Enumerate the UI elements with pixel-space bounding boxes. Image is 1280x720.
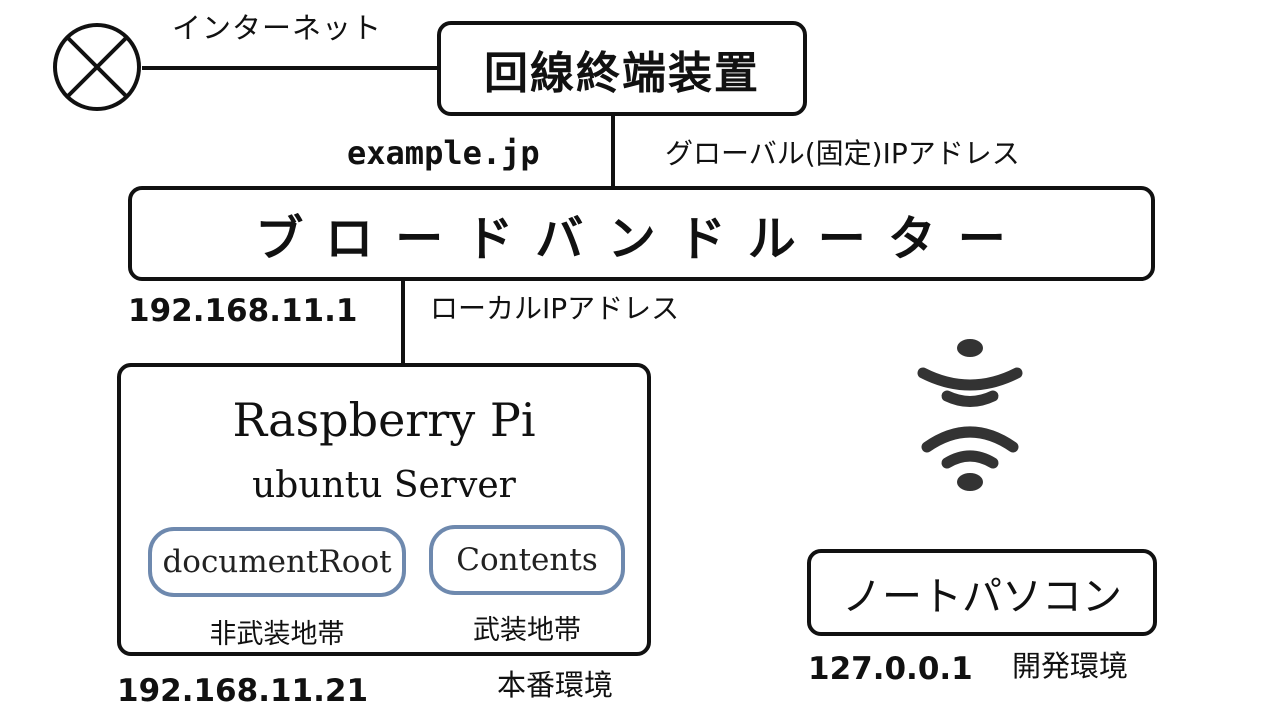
- internet-symbol-icon: [53, 23, 141, 111]
- router-box: ブロードバンドルーター: [128, 186, 1155, 281]
- contents-label: Contents: [456, 542, 598, 578]
- onu-box: 回線終端装置: [437, 21, 807, 116]
- onu-label: 回線終端装置: [484, 47, 760, 99]
- laptop-ip: 127.0.0.1: [808, 651, 973, 687]
- production-env-label: 本番環境: [497, 668, 614, 702]
- domain-label: example.jp: [347, 134, 540, 172]
- router-rpi-line: [401, 281, 405, 364]
- local-ip-label: ローカルIPアドレス: [430, 292, 680, 325]
- router-label: ブロードバンドルーター: [255, 210, 1028, 267]
- document-root-label: documentRoot: [162, 544, 392, 580]
- laptop-box: ノートパソコン: [807, 549, 1157, 636]
- raspberry-pi-os: ubuntu Server: [252, 465, 516, 506]
- global-ip-label: グローバル(固定)IPアドレス: [665, 137, 1020, 170]
- wifi-icon: [917, 339, 1023, 491]
- contents-box: Contents: [429, 525, 625, 595]
- dmz-label: 非武装地帯: [209, 619, 345, 650]
- onu-router-line: [611, 116, 615, 187]
- dev-env-label: 開発環境: [1012, 649, 1129, 683]
- raspberry-pi-box: Raspberry Pi ubuntu Server documentRoot …: [117, 363, 651, 656]
- internet-connection-line: [142, 66, 438, 70]
- laptop-label: ノートパソコン: [842, 573, 1122, 620]
- internet-label: インターネット: [172, 11, 383, 45]
- raspberry-pi-title: Raspberry Pi: [232, 393, 536, 447]
- document-root-box: documentRoot: [148, 527, 406, 597]
- raspberry-pi-ip: 192.168.11.21: [117, 673, 369, 709]
- secure-zone-label: 武装地帯: [473, 615, 581, 646]
- router-ip: 192.168.11.1: [128, 293, 358, 329]
